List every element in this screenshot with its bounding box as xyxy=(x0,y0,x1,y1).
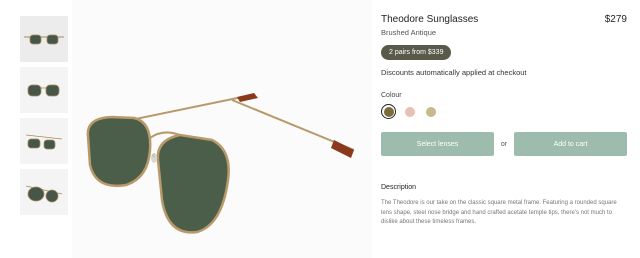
gallery-prev-arrow[interactable]: ‹ xyxy=(152,150,155,161)
swatch-brushed-antique[interactable] xyxy=(381,104,396,119)
sunglasses-main-image xyxy=(86,93,355,234)
product-price: $279 xyxy=(604,14,627,25)
product-panel: Theodore Sunglasses $279 Brushed Antique… xyxy=(381,14,627,228)
action-buttons: Select lenses or Add to cart xyxy=(381,132,627,156)
thumbnail-side[interactable] xyxy=(20,169,68,215)
discount-note: Discounts automatically applied at check… xyxy=(381,68,527,77)
promo-badge: 2 pairs from $339 xyxy=(381,45,452,60)
sunglasses-side-image xyxy=(25,185,63,203)
swatch-color-rose-gold xyxy=(404,106,415,117)
description-body: The Theodore is our take on the classic … xyxy=(381,200,617,225)
swatch-color-brushed-antique xyxy=(383,106,394,117)
swatch-rose-gold[interactable] xyxy=(402,104,417,119)
product-variant: Brushed Antique xyxy=(381,28,437,37)
description-heading: Description xyxy=(381,184,417,191)
thumbnail-gallery xyxy=(20,16,68,220)
add-to-cart-button[interactable]: Add to cart xyxy=(514,132,627,156)
swatch-color-gold xyxy=(425,106,436,117)
product-title: Theodore Sunglasses xyxy=(381,14,479,25)
sunglasses-angle-image xyxy=(27,84,60,97)
colour-swatches xyxy=(381,104,627,119)
thumbnail-angle-front[interactable] xyxy=(20,67,68,113)
thumbnail-front[interactable] xyxy=(20,16,68,62)
sunglasses-front-image xyxy=(24,34,64,45)
select-lenses-button[interactable]: Select lenses xyxy=(381,132,494,156)
swatch-gold[interactable] xyxy=(423,104,438,119)
thumbnail-three-quarter[interactable] xyxy=(20,118,68,164)
or-separator: or xyxy=(500,140,508,148)
sunglasses-three-quarter-image xyxy=(25,134,63,150)
colour-label: Colour xyxy=(381,92,402,99)
main-product-image: ‹ xyxy=(72,0,372,258)
